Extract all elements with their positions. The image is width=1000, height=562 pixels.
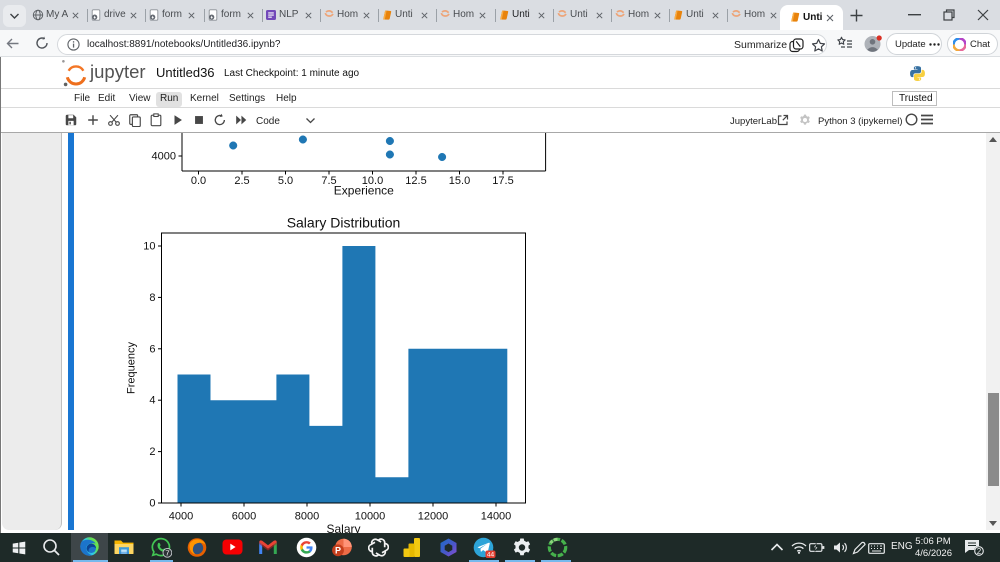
- svg-text:44: 44: [487, 551, 495, 558]
- svg-text:Salary: Salary: [326, 522, 360, 533]
- svg-text:4: 4: [149, 395, 155, 407]
- svg-text:0: 0: [149, 498, 155, 510]
- svg-text:15.0: 15.0: [449, 175, 470, 187]
- svg-text:12000: 12000: [418, 511, 449, 523]
- svg-text:Salary Distribution: Salary Distribution: [287, 215, 401, 231]
- svg-text:2: 2: [977, 547, 982, 556]
- svg-text:2.5: 2.5: [234, 175, 249, 187]
- svg-text:14000: 14000: [481, 511, 512, 523]
- svg-text:6: 6: [149, 343, 155, 355]
- svg-text:5.0: 5.0: [278, 175, 293, 187]
- svg-text:2: 2: [149, 446, 155, 458]
- svg-text:0.0: 0.0: [191, 175, 206, 187]
- svg-text:10: 10: [143, 241, 155, 253]
- svg-text:7: 7: [165, 549, 169, 558]
- svg-text:8000: 8000: [295, 511, 319, 523]
- svg-text:12.5: 12.5: [405, 175, 426, 187]
- svg-text:8: 8: [149, 292, 155, 304]
- svg-text:P: P: [335, 546, 341, 556]
- svg-text:10000: 10000: [355, 511, 386, 523]
- svg-text:4000: 4000: [152, 151, 176, 163]
- svg-text:6000: 6000: [232, 511, 256, 523]
- svg-text:Frequency: Frequency: [126, 342, 138, 394]
- svg-text:17.5: 17.5: [492, 175, 513, 187]
- svg-text:Experience: Experience: [334, 184, 394, 198]
- svg-text:4000: 4000: [169, 511, 193, 523]
